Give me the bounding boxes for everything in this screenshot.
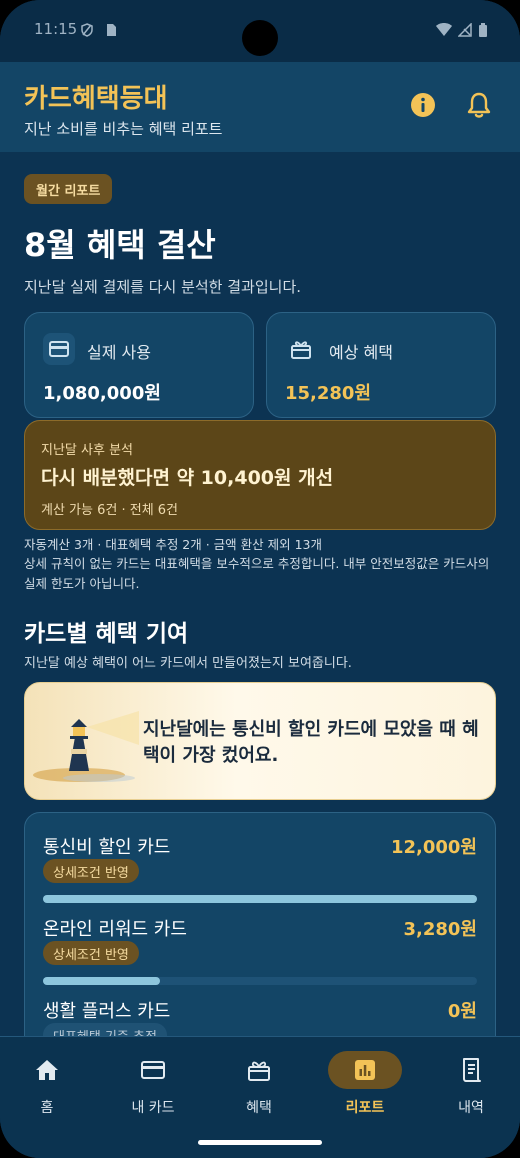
stat-card-expected-benefit: 예상 혜택 15,280원	[266, 312, 496, 418]
contribution-bar	[43, 977, 477, 985]
analysis-headline: 다시 배분했다면 약 10,400원 개선	[41, 467, 334, 489]
analysis-label: 지난달 사후 분석	[41, 443, 133, 458]
stat-value: 1,080,000원	[43, 383, 161, 404]
insight-banner: 지난달에는 통신비 할인 카드에 모았을 때 혜택이 가장 컸어요.	[24, 682, 496, 800]
app-header: 카드혜택등대 지난 소비를 비추는 혜택 리포트	[0, 62, 520, 152]
insight-text: 지난달에는 통신비 할인 카드에 모았을 때 혜택이 가장 컸어요.	[143, 719, 479, 766]
card-tag: 상세조건 반영	[43, 859, 139, 883]
contribution-bar-fill	[43, 977, 161, 985]
phone-screen: 11:15 카드혜택등대 지난 소비를 비추는 혜택 리포트 월간 리포트 8월…	[0, 0, 520, 1158]
stat-card-actual-spend: 실제 사용 1,080,000원	[24, 312, 254, 418]
nav-label: 리포트	[345, 1100, 385, 1116]
section-description: 지난달 예상 혜택이 어느 카드에서 만들어졌는지 보여줍니다.	[24, 656, 352, 671]
section-title: 카드별 혜택 기여	[24, 621, 189, 647]
page-title: 8월 혜택 결산	[24, 226, 216, 264]
analysis-meta: 계산 가능 6건 · 전체 6건	[41, 503, 179, 518]
card-benefit-value: 0원	[447, 1001, 477, 1022]
gift-icon	[222, 1051, 296, 1089]
wifi-icon	[436, 22, 452, 36]
card-benefit-value: 3,280원	[403, 919, 478, 940]
card-name: 온라인 리워드 카드	[43, 919, 187, 940]
card-name: 통신비 할인 카드	[43, 837, 171, 858]
receipt-icon	[434, 1051, 508, 1089]
battery-icon	[478, 22, 492, 37]
calculation-summary: 자동계산 3개 · 대표혜택 추정 2개 · 금액 환산 제외 13개	[24, 537, 322, 552]
status-time: 11:15	[34, 20, 78, 38]
page-description: 지난달 실제 결제를 다시 분석한 결과입니다.	[24, 278, 302, 296]
list-item[interactable]: 생활 플러스 카드 0원 대표혜택 기준 추정	[43, 997, 477, 1036]
card-tag: 대표혜택 기준 추정	[43, 1023, 167, 1036]
nav-label: 혜택	[246, 1100, 272, 1116]
list-item[interactable]: 온라인 리워드 카드 3,280원 상세조건 반영	[43, 915, 477, 997]
nav-item-my-cards[interactable]: 내 카드	[108, 1051, 198, 1117]
camera-cutout	[242, 20, 278, 56]
list-item[interactable]: 통신비 할인 카드 12,000원 상세조건 반영	[43, 833, 477, 915]
nav-label: 내 카드	[131, 1100, 175, 1116]
notifications-button[interactable]	[462, 88, 496, 122]
signal-icon	[457, 22, 472, 37]
nav-item-home[interactable]: 홈	[2, 1051, 92, 1117]
app-subtitle: 지난 소비를 비추는 혜택 리포트	[24, 120, 223, 138]
status-bar: 11:15	[0, 0, 520, 62]
nav-label: 내역	[458, 1100, 484, 1116]
card-benefit-value: 12,000원	[390, 837, 477, 858]
estimation-note: 상세 규칙이 없는 카드는 대표혜택을 보수적으로 추정합니다. 내부 안전보정…	[24, 556, 490, 591]
credit-card-icon	[43, 333, 75, 365]
card-name: 생활 플러스 카드	[43, 1001, 171, 1022]
sim-status-icon	[104, 22, 118, 36]
stat-label: 실제 사용	[87, 343, 151, 362]
home-indicator[interactable]	[198, 1140, 322, 1145]
card-tag: 상세조건 반영	[43, 941, 139, 965]
lighthouse-illustration	[33, 711, 139, 782]
stat-value: 15,280원	[285, 383, 372, 404]
stat-label: 예상 혜택	[329, 343, 393, 362]
retrospective-analysis-card: 지난달 사후 분석 다시 배분했다면 약 10,400원 개선 계산 가능 6건…	[24, 420, 496, 530]
report-badge: 월간 리포트	[24, 174, 113, 204]
nav-label: 홈	[40, 1100, 54, 1116]
report-content[interactable]: 월간 리포트 8월 혜택 결산 지난달 실제 결제를 다시 분석한 결과입니다.…	[0, 152, 520, 1036]
bar-chart-icon	[328, 1051, 402, 1089]
info-button[interactable]	[406, 88, 440, 122]
nav-item-benefits[interactable]: 혜택	[214, 1051, 304, 1117]
info-icon	[411, 93, 435, 117]
contribution-bar	[43, 895, 477, 903]
credit-card-icon	[116, 1051, 190, 1089]
bell-icon	[467, 92, 491, 118]
nav-item-history[interactable]: 내역	[426, 1051, 516, 1117]
contribution-bar-fill	[43, 895, 477, 903]
gift-icon	[285, 333, 317, 365]
home-icon	[10, 1051, 84, 1089]
app-title: 카드혜택등대	[24, 84, 168, 114]
shield-status-icon	[80, 22, 94, 37]
nav-item-report[interactable]: 리포트	[320, 1051, 410, 1117]
card-contribution-list: 통신비 할인 카드 12,000원 상세조건 반영 온라인 리워드 카드 3,2…	[24, 812, 496, 1036]
